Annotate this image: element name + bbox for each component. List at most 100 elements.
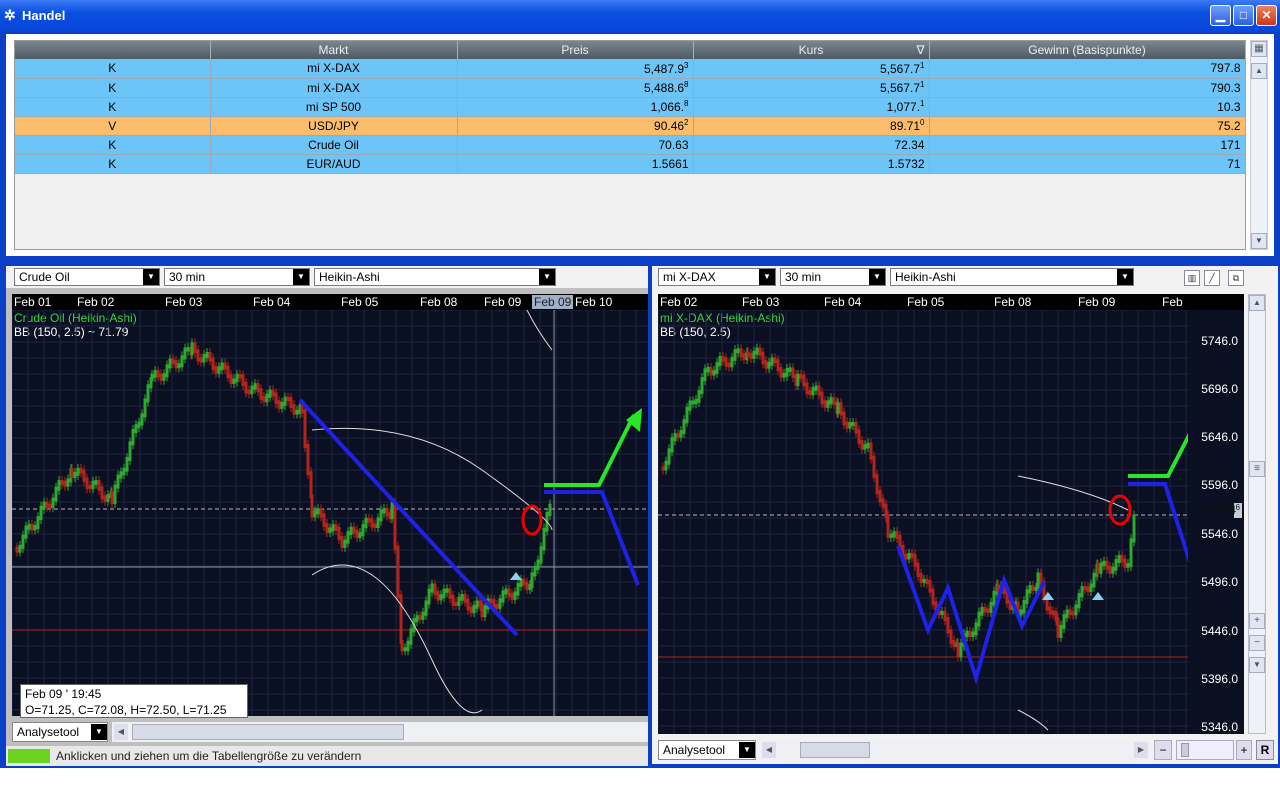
candle	[116, 474, 120, 489]
price-tick: 5396.0	[1201, 672, 1238, 686]
candle	[190, 342, 194, 356]
candle	[820, 391, 824, 405]
table-row[interactable]: Kmi SP 500 1,066.8 1,077.1 10.3	[15, 97, 1246, 117]
candle	[1056, 617, 1060, 638]
analysetool-select[interactable]: Analysetool ▼	[12, 722, 108, 742]
col-header-kurs[interactable]: Kurs ∇	[693, 41, 930, 59]
chart-style-select[interactable]: Heikin-Ashi ▼	[314, 268, 556, 286]
analysetool-select[interactable]: Analysetool ▼	[658, 740, 756, 760]
table-scrollbar[interactable]: ▦ ▲ ▼	[1250, 40, 1268, 250]
scroll-up-button[interactable]: ▲	[1251, 63, 1267, 79]
col-header-gain[interactable]: Gewinn (Basispunkte)	[929, 41, 1246, 59]
chevron-down-icon[interactable]: ▼	[1117, 269, 1133, 285]
table-row[interactable]: Kmi X-DAX 5,487.93 5,567.71 797.8	[15, 59, 1246, 79]
zoom-slider-handle[interactable]	[1181, 743, 1189, 757]
chevron-down-icon[interactable]: ▼	[759, 269, 775, 285]
candle	[788, 367, 792, 372]
scroll-up-button[interactable]: ▲	[1249, 295, 1265, 311]
candle	[1126, 563, 1130, 568]
chevron-down-icon[interactable]: ▼	[739, 742, 755, 758]
interval-select[interactable]: 30 min ▼	[164, 268, 310, 286]
candle	[79, 467, 83, 474]
trend-line	[1128, 482, 1188, 563]
table-row[interactable]: Kmi X-DAX 5,488.68 5,567.71 790.3	[15, 78, 1246, 98]
candle	[469, 606, 473, 614]
candle	[88, 485, 92, 490]
candle	[463, 594, 467, 603]
popout-icon[interactable]: ⧉	[1228, 270, 1244, 286]
date-label: Feb 10	[575, 295, 613, 309]
chevron-down-icon[interactable]: ▼	[869, 269, 885, 285]
reset-button[interactable]: R	[1256, 740, 1274, 760]
scroll-right-button[interactable]: ▶	[1134, 742, 1148, 758]
candle	[857, 429, 861, 445]
right-chart-hscroll[interactable]: ◀ ▶	[760, 740, 1150, 760]
zoom-slider[interactable]	[1176, 740, 1234, 760]
left-chart-canvas	[12, 310, 648, 716]
scroll-down-button[interactable]: ▼	[1251, 233, 1267, 249]
interval-select[interactable]: 30 min ▼	[780, 268, 886, 286]
table-config-icon[interactable]: ▦	[1251, 41, 1267, 57]
minimize-button[interactable]: ▁	[1210, 5, 1231, 26]
left-price-chart[interactable]: Feb 01 Feb 02 Feb 03 Feb 04 Feb 05 Feb 0…	[12, 294, 648, 716]
zoom-in-button[interactable]: +	[1236, 740, 1252, 760]
right-price-chart[interactable]: Feb 02 Feb 03 Feb 04 Feb 05 Feb 08 Feb 0…	[658, 294, 1244, 734]
candle	[536, 559, 540, 570]
chevron-down-icon[interactable]: ▼	[91, 724, 107, 740]
cell-market-text: mi X-DAX	[307, 80, 360, 95]
cell-kurs: 5,567.71	[693, 78, 930, 98]
candle	[331, 524, 335, 532]
right-chart-vscroll[interactable]: ▲ ≡ + − ▼	[1248, 294, 1266, 734]
cell-kurs-sup: 1	[920, 80, 925, 89]
ohlc-date: Feb 09 ' 19:45	[25, 687, 102, 701]
candle	[989, 601, 993, 613]
candle	[925, 578, 929, 585]
candle	[1068, 609, 1072, 616]
candle	[159, 373, 163, 381]
chart-style-value: Heikin-Ashi	[319, 270, 380, 284]
close-button[interactable]: ✕	[1256, 5, 1277, 26]
cell-market: mi SP 500	[210, 97, 458, 117]
scroll-left-button[interactable]: ◀	[114, 724, 128, 740]
col-header-market[interactable]: Markt	[210, 41, 458, 59]
scroll-thumb[interactable]	[800, 742, 870, 758]
instrument-select[interactable]: Crude Oil ▼	[14, 268, 160, 286]
resize-handle-icon[interactable]	[8, 749, 50, 763]
draw-line-icon[interactable]: ╱	[1204, 270, 1220, 286]
table-row[interactable]: K Crude Oil 70.63 72.34 171	[15, 135, 1246, 155]
candle	[670, 437, 674, 453]
candle	[946, 617, 950, 634]
cell-gain: 71	[929, 154, 1246, 174]
chevron-down-icon[interactable]: ▼	[293, 269, 309, 285]
candle	[415, 615, 419, 623]
chart-style-select[interactable]: Heikin-Ashi ▼	[890, 268, 1134, 286]
cell-kurs: 1,077.1	[693, 97, 930, 117]
candle	[1089, 583, 1093, 593]
analysetool-value: Analysetool	[17, 725, 80, 739]
chart-type-icon[interactable]: ▥	[1184, 270, 1200, 286]
chevron-down-icon[interactable]: ▼	[539, 269, 555, 285]
scroll-grip-icon[interactable]: ≡	[1249, 461, 1265, 477]
zoom-out-button[interactable]: −	[1154, 740, 1172, 760]
scroll-down-button[interactable]: ▼	[1249, 657, 1265, 673]
candle	[673, 433, 677, 442]
maximize-button[interactable]: □	[1233, 5, 1254, 26]
candle	[385, 507, 389, 517]
table-row[interactable]: K EUR/AUD 1.5661 1.5732 71	[15, 154, 1246, 174]
scroll-left-button[interactable]: ◀	[762, 742, 776, 758]
trade-window: ✲ Handel ▁ □ ✕ Markt Preis Kurs ∇ Gewinn …	[0, 0, 1280, 262]
col-header-price[interactable]: Preis	[457, 41, 694, 59]
col-header-side[interactable]	[15, 41, 211, 59]
candle	[1022, 599, 1026, 614]
scroll-thumb[interactable]	[132, 724, 404, 740]
candle	[1071, 611, 1075, 616]
candle	[100, 486, 104, 500]
table-row[interactable]: V USD/JPY 90.462 89.710 75.2	[15, 116, 1246, 136]
chevron-down-icon[interactable]: ▼	[143, 269, 159, 285]
left-chart-hscroll[interactable]: ◀	[112, 722, 648, 742]
candle	[180, 355, 184, 368]
title-bar[interactable]: ✲ Handel ▁ □ ✕	[0, 0, 1280, 32]
zoom-in-button[interactable]: +	[1249, 613, 1265, 629]
instrument-select[interactable]: mi X-DAX ▼	[658, 268, 776, 286]
zoom-out-button[interactable]: −	[1249, 635, 1265, 651]
